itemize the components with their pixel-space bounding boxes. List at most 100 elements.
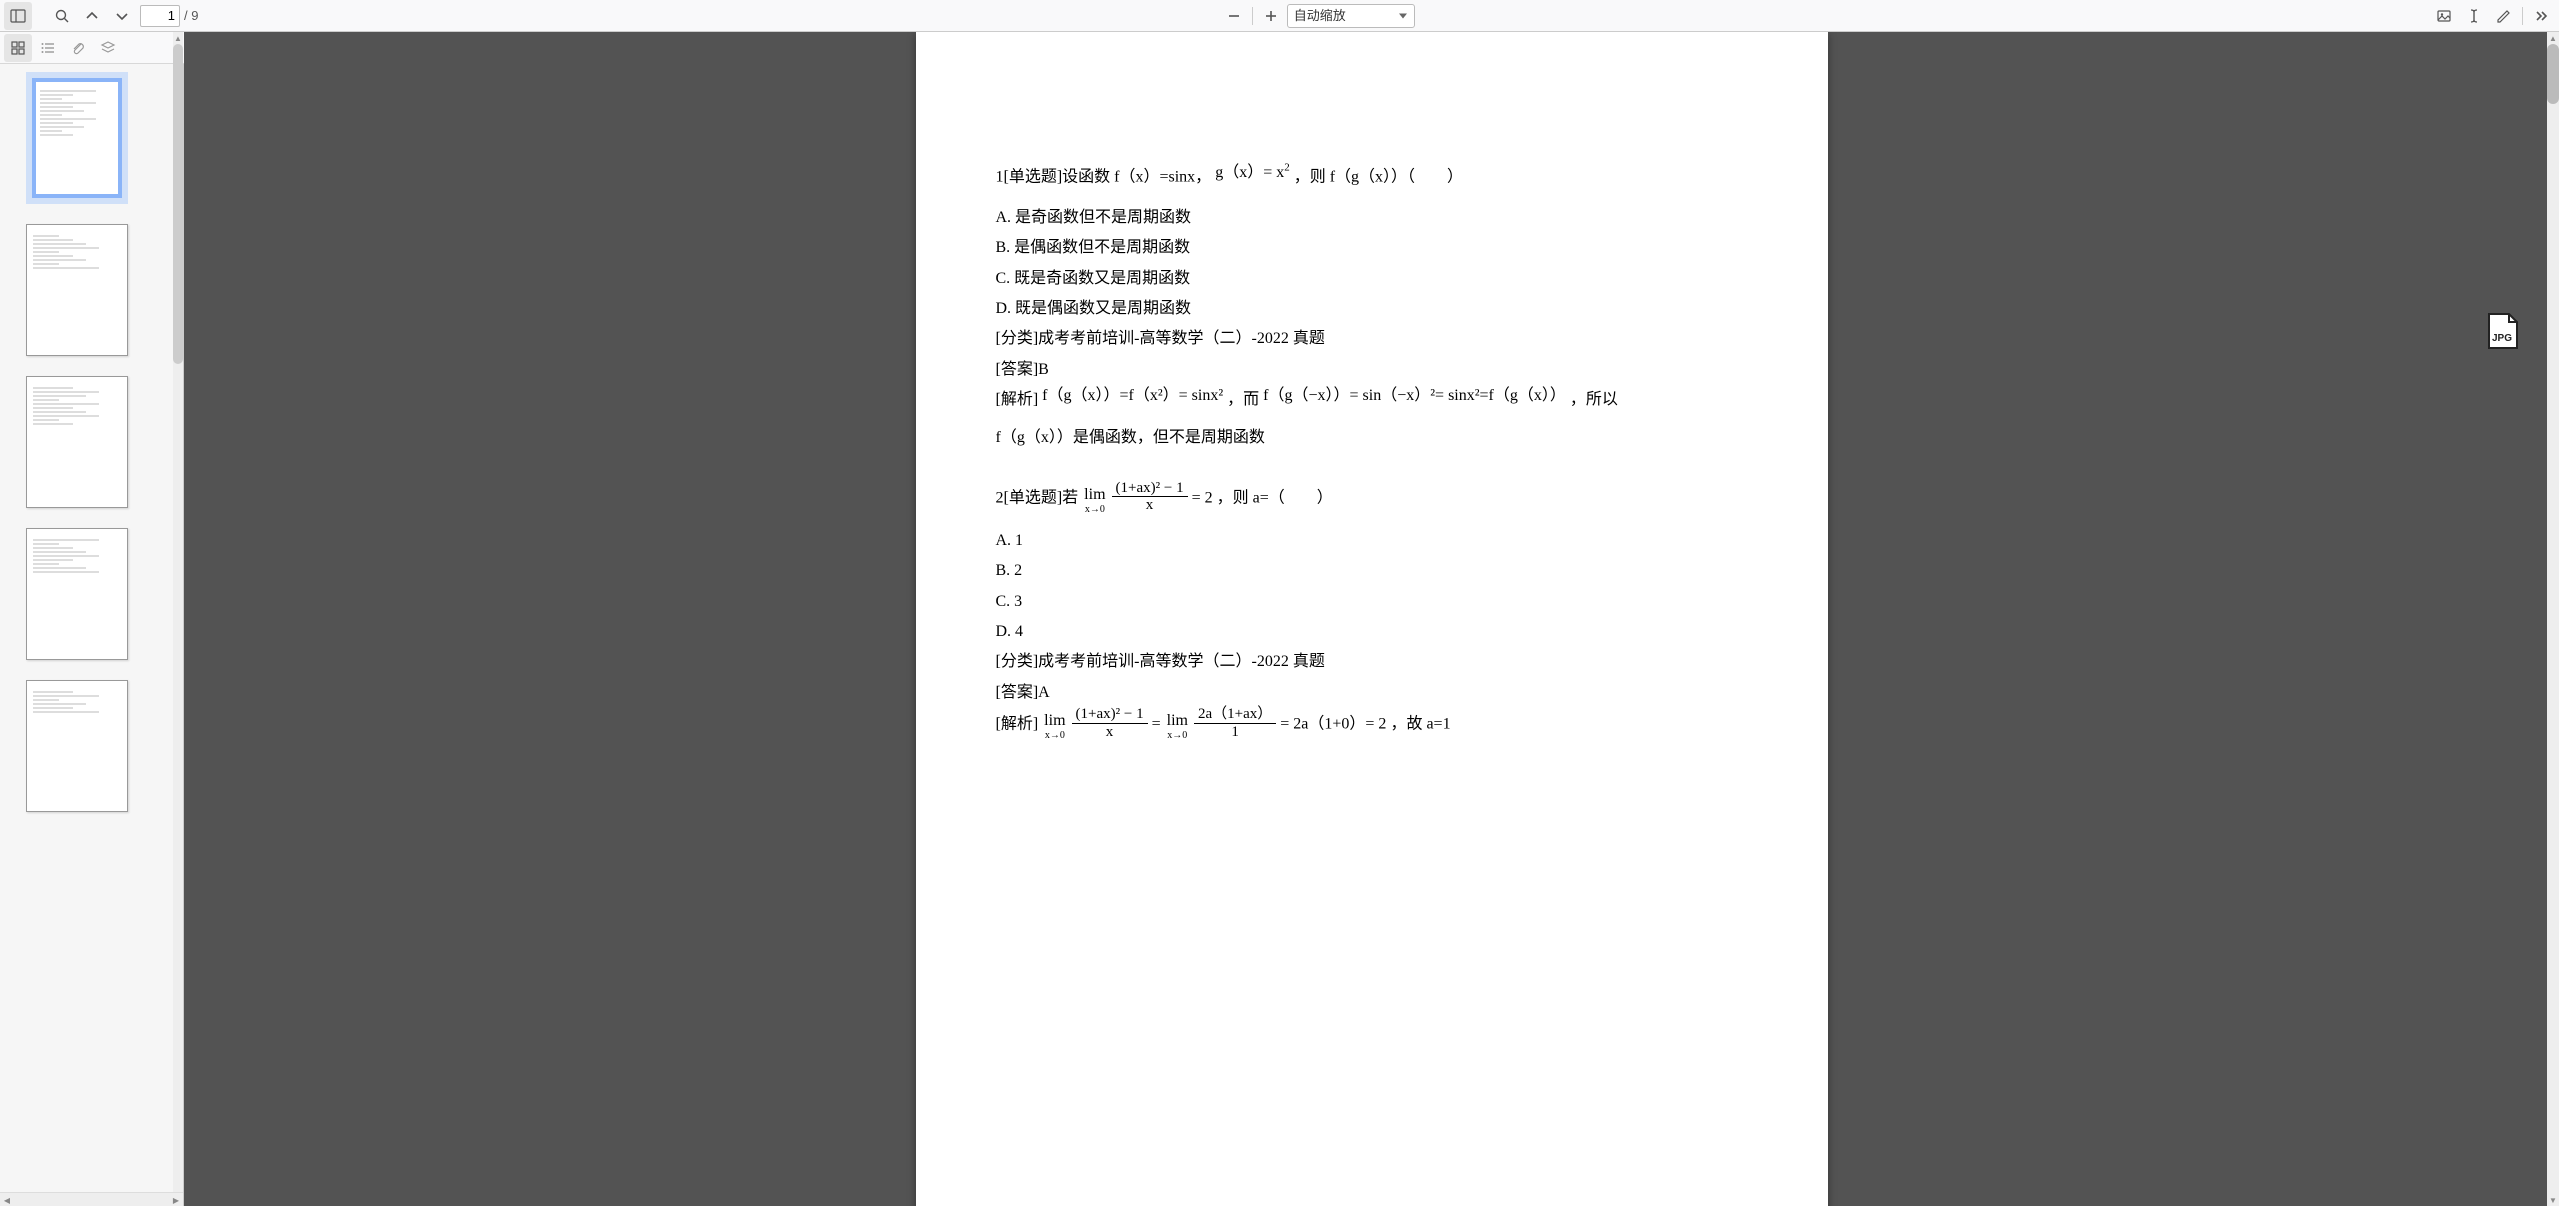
frac-num: (1+ax)² − 1 [1072,706,1148,724]
chevron-up-icon [84,8,100,24]
layers-tab-button[interactable] [94,34,122,62]
fraction: (1+ax)² − 1 x [1112,480,1188,514]
fraction: (1+ax)² − 1 x [1072,706,1148,740]
explain-label: [解析] [996,716,1039,733]
lim-sub: x→0 [1045,731,1065,741]
outline-tab-button[interactable] [34,34,62,62]
q1-stem: 1[单选题]设函数 f（x）=sinx， g（x）= x2 ，则 f（g（x））… [996,162,1748,193]
q2-stem-b: ，则 a=（ ） [1217,490,1333,507]
q2-option-b: B. 2 [996,556,1748,586]
scroll-up-icon[interactable]: ▲ [173,32,183,44]
thumbnail-page-2[interactable] [26,224,128,356]
zoom-select[interactable]: 自动缩放 [1287,4,1415,28]
q1-option-d: D. 既是偶函数又是周期函数 [996,294,1748,324]
q1-explain-line2: f（g（x））是偶函数，但不是周期函数 [996,423,1748,453]
lim-text: lim [1084,487,1105,503]
pencil-icon [2496,8,2512,24]
eq2: = 2 [1192,490,1213,507]
pdf-page: 1[单选题]设函数 f（x）=sinx， g（x）= x2 ，则 f（g（x））… [916,32,1828,1206]
sidebar-icon [10,8,26,24]
list-icon [40,40,56,56]
zoom-in-button[interactable] [1257,2,1285,30]
q2-stem: 2[单选题]若 lim x→0 (1+ax)² − 1 x = 2 ，则 a=（… [996,482,1748,516]
q2-option-d: D. 4 [996,617,1748,647]
draw-button[interactable] [2490,2,2518,30]
q2-explain: [解析] lim x→0 (1+ax)² − 1 x = li [996,708,1748,742]
minus-icon [1226,8,1242,24]
frac-den: x [1102,724,1118,741]
frac-den: 1 [1227,724,1243,741]
next-page-button[interactable] [108,2,136,30]
eq: = [1152,716,1161,733]
q1-exp-d: ，所以 [1570,391,1618,408]
thumbnail-page-5[interactable] [26,680,128,812]
search-icon [54,8,70,24]
lim-text: lim [1044,713,1065,729]
text-select-button[interactable] [2460,2,2488,30]
frac-num: 2a（1+ax） [1194,706,1276,724]
scrollbar-handle[interactable] [2547,44,2559,104]
attachments-tab-button[interactable] [64,34,92,62]
eq-end: ，故 a=1 [1390,716,1450,733]
scroll-right-icon[interactable]: ▶ [169,1193,183,1206]
divider [2522,7,2523,25]
thumbnail-page-4[interactable] [26,528,128,660]
scroll-up-icon[interactable]: ▲ [2547,32,2559,44]
q2-option-c: C. 3 [996,587,1748,617]
q2-answer: [答案]A [996,678,1748,708]
chevrons-right-icon [2533,8,2549,24]
lim-sub: x→0 [1085,505,1105,515]
paperclip-icon [70,40,86,56]
thumbnails-tab-button[interactable] [4,34,32,62]
q1-option-b: B. 是偶函数但不是周期函数 [996,233,1748,263]
explain-label: [解析] [996,391,1039,408]
thumbnail-page-1[interactable] [26,72,128,204]
sidebar-hscrollbar[interactable]: ◀ ▶ [0,1192,183,1206]
limit-icon: lim x→0 [1044,713,1065,741]
sidebar: ▲ ▼ ◀ ▶ [0,32,184,1206]
sidebar-toolbar [0,32,184,64]
sidebar-scrollbar[interactable]: ▲ ▼ [173,32,183,1206]
find-button[interactable] [48,2,76,30]
limit-icon: lim x→0 [1167,713,1188,741]
scroll-left-icon[interactable]: ◀ [0,1193,14,1206]
thumbnail-page-3[interactable] [26,376,128,508]
scrollbar-handle[interactable] [173,44,183,364]
question-2: 2[单选题]若 lim x→0 (1+ax)² − 1 x = 2 ，则 a=（… [996,482,1748,742]
eq-tail: = 2a（1+0）= 2 [1280,716,1386,733]
q1-exp-a: f（g（x））=f（x²）= sinx² [1042,387,1223,404]
frac-den: x [1142,497,1158,514]
sidebar-toggle-button[interactable] [4,2,32,30]
plus-icon [1263,8,1279,24]
q1-stem-b: ，则 f（g（x））（ ） [1294,168,1463,185]
image-mode-button[interactable] [2430,2,2458,30]
image-icon [2436,8,2452,24]
q1-g: g（x）= x [1215,164,1284,181]
layers-icon [100,40,116,56]
thumbnails-panel [0,64,183,1192]
svg-text:JPG: JPG [2492,333,2512,344]
q2-category: [分类]成考考前培训-高等数学（二）-2022 真题 [996,647,1748,677]
top-toolbar: / 9 自动缩放 [0,0,2559,32]
text-cursor-icon [2466,8,2482,24]
jpg-file-badge[interactable]: JPG [2485,312,2519,350]
q1-exp-c: f（g（−x））= sin（−x）²= sinx²=f（g（x）） [1263,387,1566,404]
page-number-input[interactable] [140,5,180,27]
jpg-icon: JPG [2485,312,2519,350]
q2-option-a: A. 1 [996,526,1748,556]
zoom-out-button[interactable] [1220,2,1248,30]
prev-page-button[interactable] [78,2,106,30]
q1-stem-a: 1[单选题]设函数 f（x）=sinx， [996,168,1212,185]
grid-icon [10,40,26,56]
main-scrollbar[interactable]: ▲ ▼ [2547,32,2559,1206]
more-button[interactable] [2527,2,2555,30]
scroll-down-icon[interactable]: ▼ [2547,1194,2559,1206]
q1-option-c: C. 既是奇函数又是周期函数 [996,264,1748,294]
page-total-label: / 9 [184,8,198,23]
q1-answer: [答案]B [996,355,1748,385]
lim-sub: x→0 [1167,731,1187,741]
lim-text: lim [1167,713,1188,729]
divider [1252,7,1253,25]
chevron-down-icon [114,8,130,24]
q1-explain-line1: [解析] f（g（x））=f（x²）= sinx² ，而 f（g（−x））= s… [996,385,1748,415]
